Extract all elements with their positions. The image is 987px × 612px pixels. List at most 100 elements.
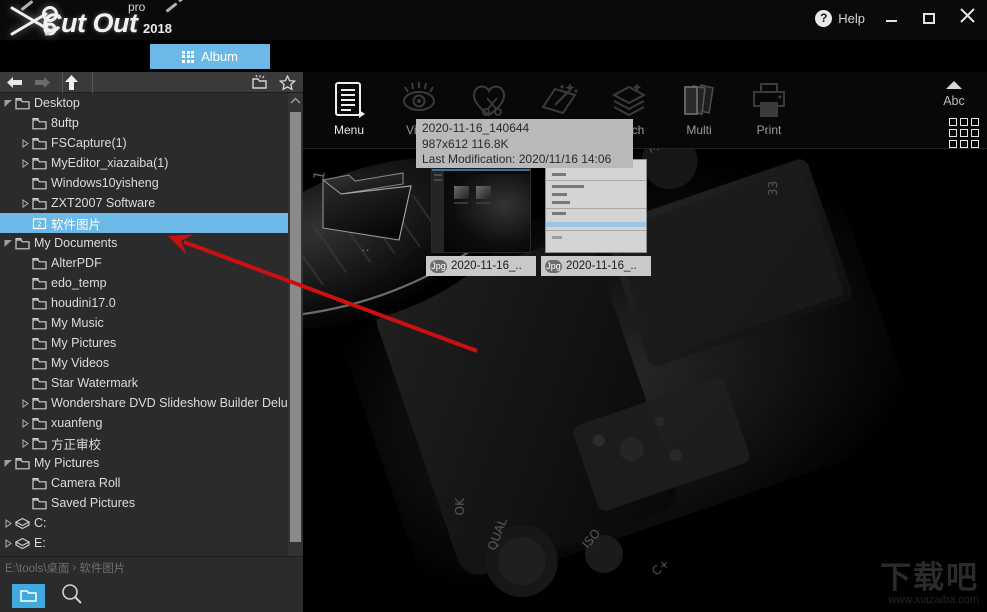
tree-item[interactable]: Desktop: [0, 93, 288, 113]
toolbar-label-menu: Menu: [333, 123, 365, 137]
search-button[interactable]: [61, 583, 82, 609]
chevron-right-icon[interactable]: [20, 433, 31, 453]
heart-scissors-icon: [469, 78, 509, 122]
folder-icon: [31, 273, 48, 293]
list-item-parent-folder[interactable]: ..: [311, 156, 421, 256]
jpg-badge-icon: Jpg: [545, 259, 562, 273]
folder-icon: [31, 113, 48, 133]
folder-icon: [31, 333, 48, 353]
folder-icon: [31, 253, 48, 273]
chevron-right-icon[interactable]: [3, 513, 14, 533]
main-content-area: 55 45 1 QUAL ISO OK MODE 33 C+: [303, 40, 987, 612]
twisty-placeholder: [20, 473, 31, 493]
scrollbar-thumb[interactable]: [290, 112, 301, 542]
tree-item[interactable]: xuanfeng: [0, 413, 288, 433]
tree-scrollbar[interactable]: [288, 93, 303, 612]
twisty-placeholder: [20, 293, 31, 313]
tree-item[interactable]: houdini17.0: [0, 293, 288, 313]
tree-item[interactable]: My Documents: [0, 233, 288, 253]
tree-item[interactable]: 8uftp: [0, 113, 288, 133]
tree-item[interactable]: My Pictures: [0, 453, 288, 473]
back-button[interactable]: [0, 72, 28, 93]
close-icon: [959, 8, 975, 28]
album-button[interactable]: Album: [150, 44, 270, 69]
list-item-thumbnail-1[interactable]: Jpg 2020-11-16_..: [426, 156, 536, 276]
thumbnail-preview-1: [426, 156, 536, 256]
tree-item[interactable]: 2 软件图片: [0, 213, 288, 233]
toolbar-button-menu[interactable]: Menu: [313, 78, 385, 144]
tree-item-label: My Videos: [51, 356, 110, 370]
up-button[interactable]: [56, 72, 86, 93]
chevron-down-icon[interactable]: [3, 93, 14, 113]
folder-icon: [14, 453, 31, 473]
tree-item[interactable]: 方正审校: [0, 433, 288, 453]
folder-icon: [14, 93, 31, 113]
close-button[interactable]: [955, 7, 979, 29]
thumbnail-preview-2: [541, 156, 651, 256]
tree-item[interactable]: Saved Pictures: [0, 493, 288, 513]
file-thumbnail-grid: .. Jpg 2020-11-16_.. Jpg 2020-11-16_..: [303, 150, 987, 612]
tree-item[interactable]: MyEditor_xiazaiba(1): [0, 153, 288, 173]
grid-view-icon[interactable]: [949, 118, 979, 148]
maximize-button[interactable]: [917, 7, 941, 29]
breadcrumb-separator: ›: [72, 562, 77, 574]
tree-item[interactable]: C:: [0, 513, 288, 533]
tree-item[interactable]: ZXT2007 Software: [0, 193, 288, 213]
chevron-right-icon[interactable]: [20, 393, 31, 413]
tree-item-label: houdini17.0: [51, 296, 116, 310]
chevron-right-icon[interactable]: [20, 413, 31, 433]
sort-order-control[interactable]: Abc: [929, 77, 979, 108]
favorites-star-icon[interactable]: [273, 72, 301, 93]
album-button-label: Album: [201, 49, 238, 64]
brand-name: Cut Out: [42, 8, 138, 38]
multi-pages-icon: [679, 78, 719, 122]
svg-text:2: 2: [37, 220, 41, 228]
toolbar-button-print[interactable]: Print: [733, 78, 805, 144]
chevron-right-icon[interactable]: [20, 193, 31, 213]
tree-item-label: edo_temp: [51, 276, 107, 290]
nav-divider: [62, 72, 63, 93]
folder-icon: [31, 173, 48, 193]
file-info-tooltip: 2020-11-16_140644 987x612 116.8K Last Mo…: [416, 119, 633, 168]
forward-button[interactable]: [28, 72, 56, 93]
nav-divider-2: [92, 72, 93, 93]
tree-item[interactable]: My Videos: [0, 353, 288, 373]
tree-item[interactable]: E:: [0, 533, 288, 553]
new-folder-button[interactable]: [245, 72, 273, 93]
chevron-right-icon[interactable]: [20, 153, 31, 173]
chevron-down-icon[interactable]: [3, 233, 14, 253]
minimize-icon: [885, 20, 897, 22]
scroll-up-button[interactable]: [288, 93, 303, 108]
folder-icon: [31, 493, 48, 513]
chevron-right-icon[interactable]: [20, 133, 31, 153]
folder-tree[interactable]: Desktop 8uftp FSCapture(1) MyEditor_xiazaib…: [0, 93, 288, 612]
tree-item-label: 软件图片: [51, 217, 102, 232]
tree-item[interactable]: Star Watermark: [0, 373, 288, 393]
chevron-down-icon[interactable]: [3, 453, 14, 473]
folder-icon: [31, 433, 48, 453]
tree-item-label: AlterPDF: [51, 256, 102, 270]
chevron-right-icon[interactable]: [3, 533, 14, 553]
tree-item[interactable]: Windows10yisheng: [0, 173, 288, 193]
tree-item[interactable]: edo_temp: [0, 273, 288, 293]
tree-item-label: E:: [34, 536, 46, 550]
tree-item[interactable]: Wondershare DVD Slideshow Builder Deluxe: [0, 393, 288, 413]
minimize-button[interactable]: [879, 7, 903, 29]
toolbar-button-multi[interactable]: Multi: [663, 78, 735, 144]
app-logo: Cut Out pro 2018: [6, 0, 187, 42]
tree-item[interactable]: FSCapture(1): [0, 133, 288, 153]
tree-item[interactable]: AlterPDF: [0, 253, 288, 273]
tree-item[interactable]: My Music: [0, 313, 288, 333]
browse-folder-button[interactable]: [12, 583, 45, 608]
help-button[interactable]: ? Help: [815, 9, 865, 27]
folder-icon: [31, 193, 48, 213]
tree-item-label: Saved Pictures: [51, 496, 136, 510]
tree-item[interactable]: My Pictures: [0, 333, 288, 353]
tree-item[interactable]: Camera Roll: [0, 473, 288, 493]
folder-icon: [31, 413, 48, 433]
main-toolbar: Menu View: [303, 72, 987, 149]
tree-item-label: My Pictures: [51, 336, 117, 350]
layers-star-icon: [609, 78, 649, 122]
window-controls: ? Help: [815, 4, 979, 32]
list-item-thumbnail-2[interactable]: Jpg 2020-11-16_..: [541, 156, 651, 276]
